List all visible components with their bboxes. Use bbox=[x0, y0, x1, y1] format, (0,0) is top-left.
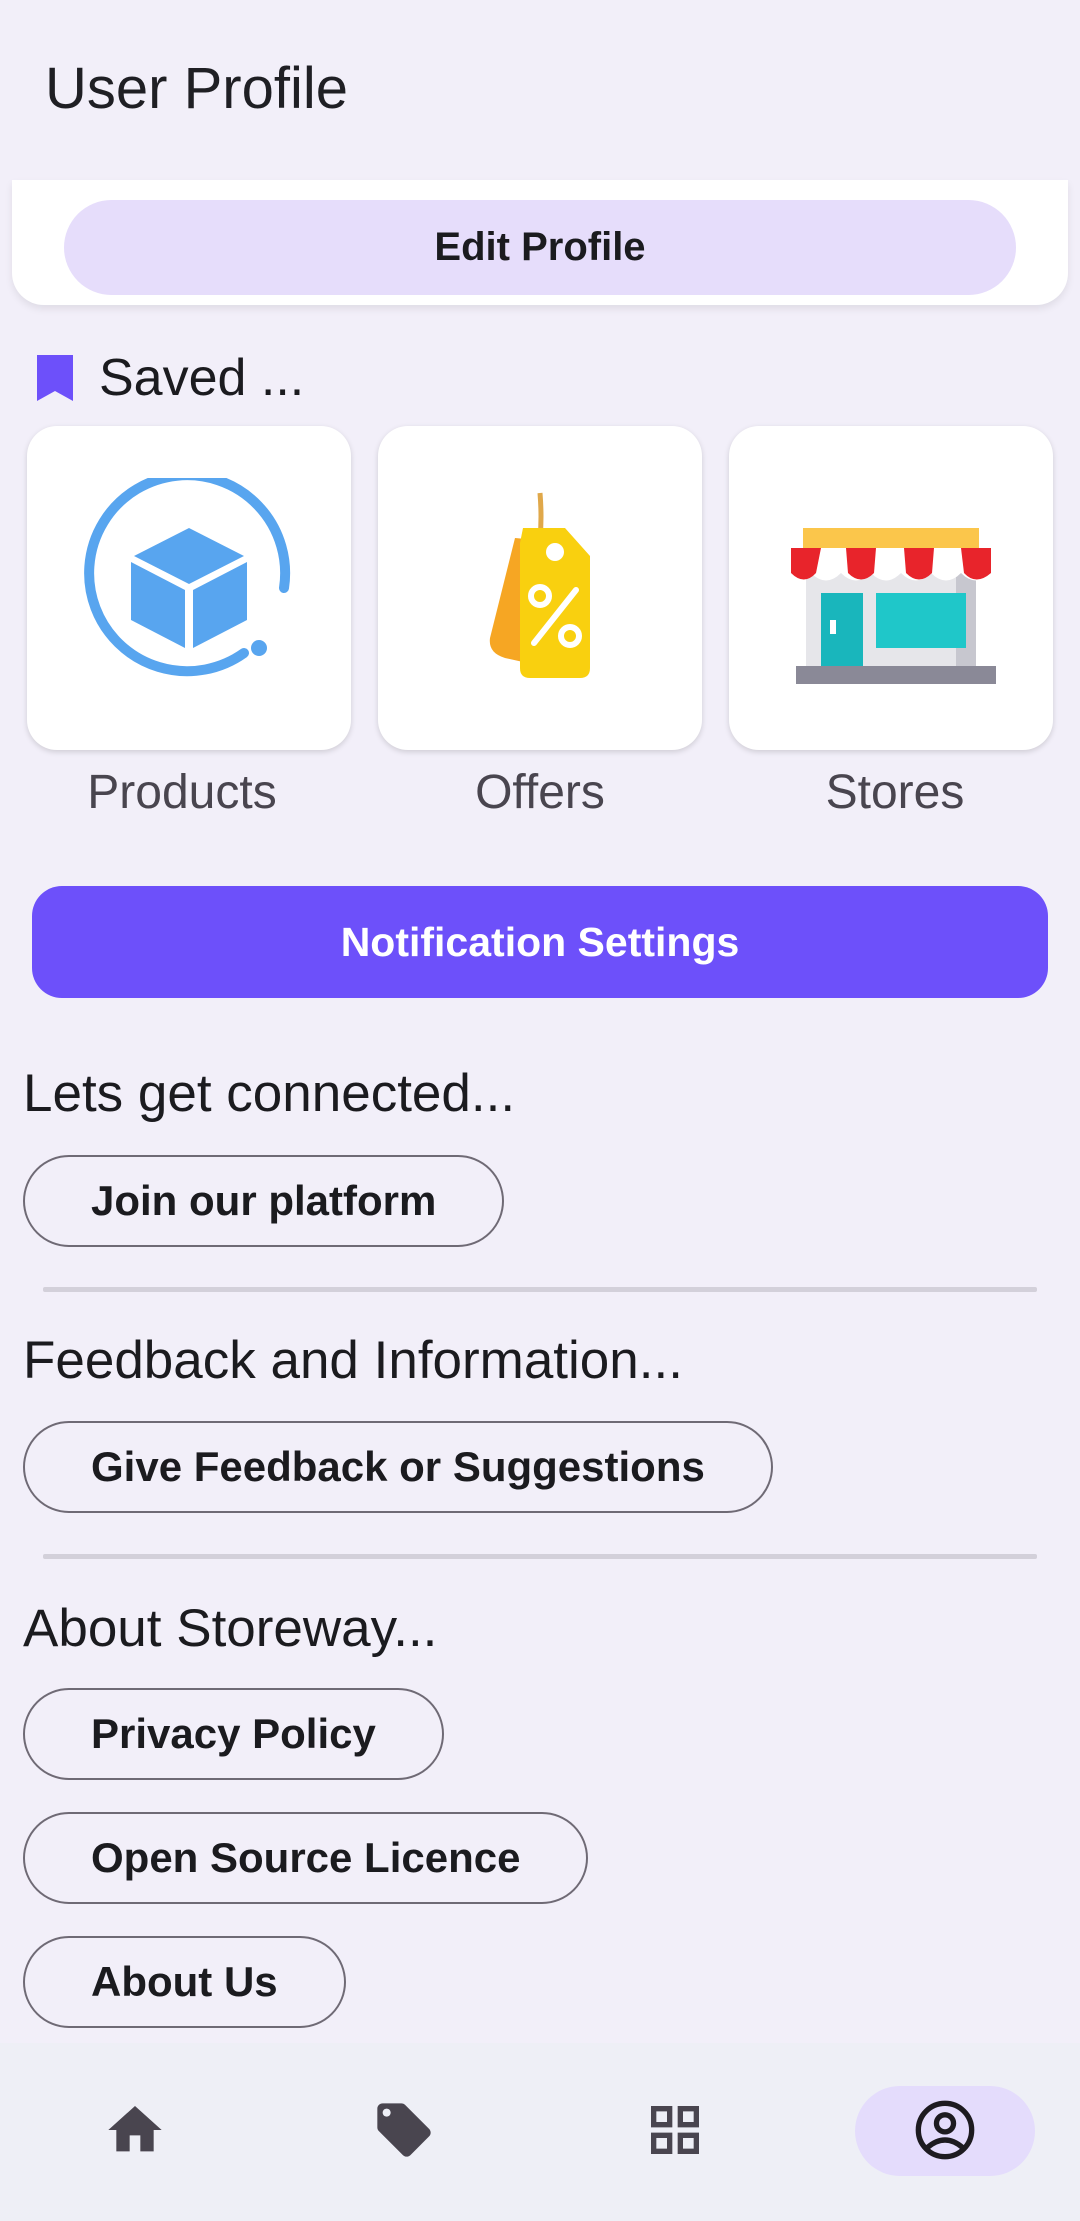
nav-home[interactable] bbox=[90, 2085, 180, 2175]
notification-settings-button[interactable]: Notification Settings bbox=[32, 886, 1048, 998]
nav-categories[interactable] bbox=[630, 2085, 720, 2175]
saved-offers-label: Offers bbox=[475, 766, 605, 819]
saved-stores-tile[interactable] bbox=[729, 426, 1053, 750]
privacy-policy-button[interactable]: Privacy Policy bbox=[23, 1688, 444, 1780]
page-title: User Profile bbox=[45, 56, 348, 121]
saved-products-tile[interactable] bbox=[27, 426, 351, 750]
about-section-title: About Storeway... bbox=[23, 1599, 438, 1658]
home-icon bbox=[108, 2106, 162, 2152]
join-platform-button[interactable]: Join our platform bbox=[23, 1155, 505, 1247]
grid-icon bbox=[651, 2106, 699, 2154]
nav-profile[interactable] bbox=[900, 2085, 990, 2175]
saved-offers-tile[interactable] bbox=[378, 426, 702, 750]
saved-products-label: Products bbox=[87, 766, 277, 819]
cube-icon bbox=[84, 478, 291, 677]
saved-section-header: Saved ... bbox=[35, 348, 304, 408]
saved-title: Saved ... bbox=[99, 349, 305, 407]
connect-section-title: Lets get connected... bbox=[23, 1064, 516, 1123]
bookmark-icon bbox=[37, 355, 73, 401]
top-app-bar: User Profile bbox=[0, 0, 1080, 180]
nav-offers[interactable] bbox=[359, 2085, 449, 2175]
edit-profile-button[interactable]: Edit Profile bbox=[64, 200, 1016, 295]
storefront-icon bbox=[791, 528, 996, 684]
give-feedback-button[interactable]: Give Feedback or Suggestions bbox=[23, 1421, 773, 1513]
tag-icon bbox=[377, 2103, 431, 2157]
account-circle-icon bbox=[915, 2100, 975, 2160]
saved-stores-label: Stores bbox=[825, 766, 965, 819]
divider bbox=[43, 1287, 1037, 1292]
about-us-button[interactable]: About Us bbox=[23, 1936, 346, 2028]
divider bbox=[43, 1554, 1037, 1559]
discount-tag-icon bbox=[489, 492, 590, 678]
feedback-section-title: Feedback and Information... bbox=[23, 1331, 683, 1390]
bottom-navigation bbox=[0, 2043, 1080, 2221]
open-source-licence-button[interactable]: Open Source Licence bbox=[23, 1812, 589, 1904]
